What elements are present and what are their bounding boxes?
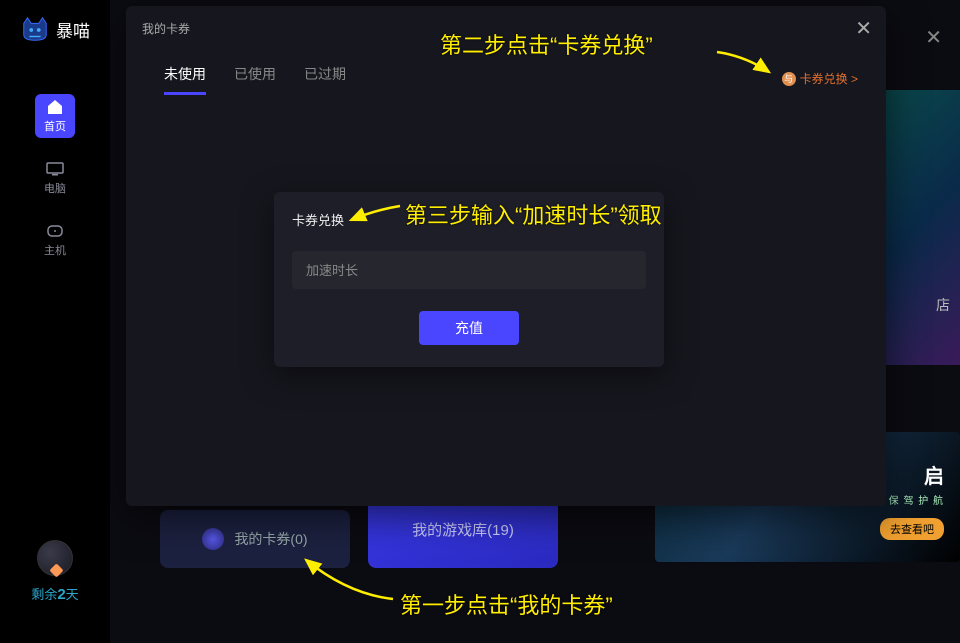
tab-unused[interactable]: 未使用 — [164, 64, 206, 95]
nav-label: 主机 — [44, 242, 66, 258]
exchange-modal: 卡券兑换 ✕ 充值 — [274, 192, 664, 367]
nav-pc[interactable]: 电脑 — [35, 156, 75, 200]
coin-icon: 与 — [782, 72, 796, 86]
console-icon — [45, 222, 65, 240]
window-close-icon[interactable]: ✕ — [925, 25, 942, 50]
monitor-icon — [45, 160, 65, 178]
card-icon — [202, 528, 224, 550]
tab-used[interactable]: 已使用 — [234, 64, 276, 95]
sidebar: 暴喵 首页 电脑 主机 剩余2天 — [0, 0, 110, 643]
user-block: 剩余2天 — [31, 540, 78, 603]
nav-home[interactable]: 首页 — [35, 94, 75, 138]
cards-modal: 我的卡券 ✕ 未使用 已使用 已过期 与 卡券兑换 > 卡券兑换 ✕ 充值 — [126, 6, 886, 506]
nav-console[interactable]: 主机 — [35, 218, 75, 262]
exchange-modal-title: 卡券兑换 — [292, 210, 646, 229]
exchange-link-label: 卡券兑换 > — [800, 70, 858, 87]
tabs: 未使用 已使用 已过期 — [164, 64, 346, 95]
exchange-link[interactable]: 与 卡券兑换 > — [782, 70, 858, 87]
my-cards-label: 我的卡券(0) — [234, 529, 307, 549]
promo2-cta-button[interactable]: 去查看吧 — [880, 518, 944, 540]
home-icon — [45, 98, 65, 116]
modal-close-icon[interactable]: ✕ — [855, 16, 872, 41]
duration-input[interactable] — [292, 251, 646, 289]
cat-logo-icon — [20, 14, 50, 44]
brand-logo: 暴喵 — [20, 14, 90, 44]
promo-banner-label: 店 — [936, 295, 950, 315]
modal-title: 我的卡券 — [142, 20, 190, 37]
my-library-label: 我的游戏库(19) — [412, 519, 514, 540]
my-cards-button[interactable]: 我的卡券(0) — [160, 510, 350, 568]
nav-label: 电脑 — [44, 180, 66, 196]
brand-name: 暴喵 — [56, 17, 90, 42]
tab-expired[interactable]: 已过期 — [304, 64, 346, 95]
nav-label: 首页 — [44, 118, 66, 134]
promo2-title: 启 — [924, 460, 944, 489]
exchange-modal-close-icon[interactable]: ✕ — [640, 202, 652, 219]
avatar[interactable] — [37, 540, 73, 576]
recharge-button[interactable]: 充值 — [419, 311, 519, 345]
remaining-days: 剩余2天 — [31, 584, 78, 603]
